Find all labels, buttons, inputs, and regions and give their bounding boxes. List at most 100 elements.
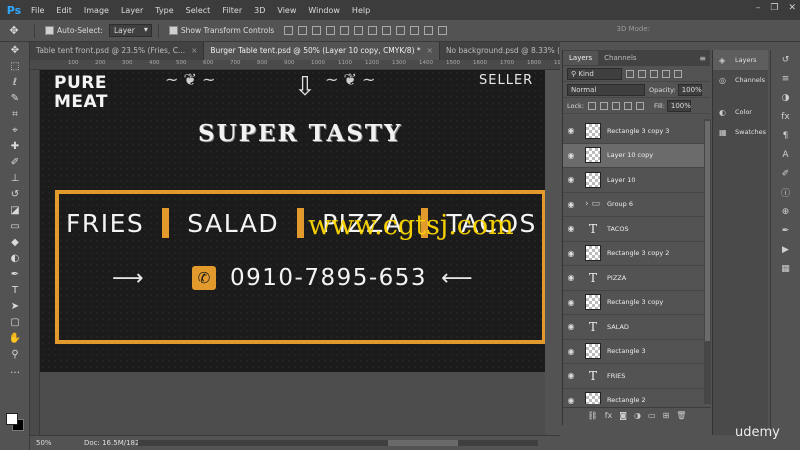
layer-row[interactable]: ◉ T TACOS bbox=[563, 217, 711, 242]
filter-shape-icon[interactable] bbox=[662, 69, 670, 78]
adjustment-icon[interactable]: ◑ bbox=[634, 411, 641, 420]
filter-type-icon[interactable] bbox=[650, 69, 658, 78]
dock-item-color[interactable]: ◐ Color bbox=[713, 102, 768, 122]
document-canvas[interactable]: PURE MEAT ~ ❦ ~ ⇩ ~ ❦ ~ SELLER SUPER TAS… bbox=[40, 70, 545, 372]
foreground-color-swatch[interactable] bbox=[6, 413, 18, 425]
visibility-eye-icon[interactable]: ◉ bbox=[563, 322, 579, 331]
healing-tool-icon[interactable]: ✚ bbox=[0, 138, 30, 154]
type-tool-icon[interactable]: T bbox=[0, 282, 30, 298]
eyedropper-tool-icon[interactable]: ⌖ bbox=[0, 122, 30, 138]
menu-3d[interactable]: 3D bbox=[248, 6, 271, 15]
align-top-icon[interactable] bbox=[284, 26, 294, 35]
move-tool-icon[interactable]: ✥ bbox=[0, 42, 30, 58]
auto-select-dropdown[interactable]: Layer bbox=[108, 24, 152, 37]
distribute-middle-icon[interactable] bbox=[382, 26, 392, 35]
layer-row[interactable]: ◉ T PIZZA bbox=[563, 266, 711, 291]
menu-filter[interactable]: Filter bbox=[216, 6, 248, 15]
filter-adjustment-icon[interactable] bbox=[638, 69, 646, 78]
layers-scrollbar[interactable] bbox=[704, 119, 711, 404]
distribute-center-icon[interactable] bbox=[424, 26, 434, 35]
shape-tool-icon[interactable]: ▢ bbox=[0, 314, 30, 330]
trash-icon[interactable]: 🗑 bbox=[676, 411, 686, 420]
tab-channels[interactable]: Channels bbox=[598, 51, 642, 65]
character-icon[interactable]: A bbox=[771, 145, 800, 164]
layer-row[interactable]: ◉ T FRIES bbox=[563, 364, 711, 389]
layer-row[interactable]: ◉ Layer 10 bbox=[563, 168, 711, 193]
distribute-bottom-icon[interactable] bbox=[396, 26, 406, 35]
layer-row[interactable]: ◉ › ▭ Group 6 bbox=[563, 193, 711, 217]
visibility-eye-icon[interactable]: ◉ bbox=[563, 273, 579, 282]
more-tools-icon[interactable]: … bbox=[0, 362, 30, 378]
lock-all-icon[interactable] bbox=[636, 101, 645, 110]
marquee-tool-icon[interactable]: ⬚ bbox=[0, 58, 30, 74]
styles-icon[interactable]: fx bbox=[771, 107, 800, 126]
scrollbar-thumb[interactable] bbox=[705, 121, 710, 341]
zoom-tool-icon[interactable]: ⚲ bbox=[0, 346, 30, 362]
dock-item-layers[interactable]: ◈ Layers bbox=[713, 50, 768, 70]
lock-image-icon[interactable] bbox=[600, 101, 609, 110]
scrollbar-thumb[interactable] bbox=[388, 440, 458, 446]
zoom-level[interactable]: 50% bbox=[30, 439, 84, 447]
visibility-eye-icon[interactable]: ◉ bbox=[563, 224, 579, 233]
maximize-button[interactable]: ❐ bbox=[770, 3, 778, 13]
visibility-eye-icon[interactable]: ◉ bbox=[563, 249, 579, 258]
filter-smart-icon[interactable] bbox=[674, 69, 682, 78]
brush-settings-icon[interactable]: ✐ bbox=[771, 164, 800, 183]
menu-window[interactable]: Window bbox=[302, 6, 346, 15]
fx-icon[interactable]: fx bbox=[605, 411, 613, 420]
layer-row[interactable]: ◉ Rectangle 3 copy 3 bbox=[563, 119, 711, 144]
fill-input[interactable]: 100% bbox=[666, 99, 691, 112]
menu-layer[interactable]: Layer bbox=[115, 6, 149, 15]
actions-icon[interactable]: ▶ bbox=[771, 240, 800, 259]
horizontal-scrollbar[interactable] bbox=[138, 440, 538, 446]
gradient-tool-icon[interactable]: ▭ bbox=[0, 218, 30, 234]
lock-position-icon[interactable] bbox=[612, 101, 621, 110]
info-icon[interactable]: ⓘ bbox=[771, 183, 800, 202]
blur-tool-icon[interactable]: ◆ bbox=[0, 234, 30, 250]
align-middle-icon[interactable] bbox=[298, 26, 308, 35]
distribute-top-icon[interactable] bbox=[368, 26, 378, 35]
hand-tool-icon[interactable]: ✋ bbox=[0, 330, 30, 346]
visibility-eye-icon[interactable]: ◉ bbox=[563, 371, 579, 380]
opacity-input[interactable]: 100% bbox=[677, 83, 702, 96]
lasso-tool-icon[interactable]: ℓ bbox=[0, 74, 30, 90]
visibility-eye-icon[interactable]: ◉ bbox=[563, 200, 579, 209]
dodge-tool-icon[interactable]: ◐ bbox=[0, 250, 30, 266]
close-tab-icon[interactable]: × bbox=[427, 46, 433, 55]
transform-controls-checkbox[interactable] bbox=[168, 26, 178, 35]
minimize-button[interactable]: – bbox=[756, 3, 761, 13]
document-tab[interactable]: Table tent front.psd @ 23.5% (Fries, C..… bbox=[30, 42, 205, 60]
history-icon[interactable]: ↺ bbox=[771, 50, 800, 69]
dock-item-channels[interactable]: ◎ Channels bbox=[713, 70, 768, 90]
visibility-eye-icon[interactable]: ◉ bbox=[563, 175, 579, 184]
dock-item-swatches[interactable]: ▦ Swatches bbox=[713, 122, 768, 142]
close-button[interactable]: ✕ bbox=[788, 3, 796, 13]
menu-help[interactable]: Help bbox=[346, 6, 376, 15]
menu-edit[interactable]: Edit bbox=[50, 6, 78, 15]
lock-artboard-icon[interactable] bbox=[624, 101, 633, 110]
lock-transparent-icon[interactable] bbox=[588, 101, 597, 110]
layer-row[interactable]: ◉ Rectangle 2 bbox=[563, 389, 711, 404]
link-icon[interactable]: ⛓ bbox=[588, 411, 598, 420]
layer-row[interactable]: ◉ Rectangle 3 bbox=[563, 340, 711, 364]
eraser-tool-icon[interactable]: ◪ bbox=[0, 202, 30, 218]
pen-tool-icon[interactable]: ✒ bbox=[0, 266, 30, 282]
crop-tool-icon[interactable]: ⌗ bbox=[0, 106, 30, 122]
distribute-right-icon[interactable] bbox=[438, 26, 448, 35]
align-center-icon[interactable] bbox=[340, 26, 350, 35]
blend-mode-dropdown[interactable]: Normal bbox=[567, 83, 645, 96]
paths-icon[interactable]: ✒ bbox=[771, 221, 800, 240]
quick-select-tool-icon[interactable]: ✎ bbox=[0, 90, 30, 106]
layer-row[interactable]: ◉ T SALAD bbox=[563, 315, 711, 340]
swatches-strip-icon[interactable]: ▦ bbox=[771, 259, 800, 278]
align-bottom-icon[interactable] bbox=[312, 26, 322, 35]
distribute-left-icon[interactable] bbox=[410, 26, 420, 35]
document-tab[interactable]: No background.psd @ 8.33% (Layer 8...× bbox=[439, 42, 560, 60]
menu-image[interactable]: Image bbox=[78, 6, 115, 15]
properties-icon[interactable]: ≡ bbox=[771, 69, 800, 88]
visibility-eye-icon[interactable]: ◉ bbox=[563, 298, 579, 307]
mask-icon[interactable]: ◙ bbox=[619, 411, 627, 420]
auto-select-checkbox[interactable] bbox=[45, 26, 54, 35]
panel-menu-icon[interactable]: ≡ bbox=[699, 54, 706, 63]
layer-row[interactable]: ◉ Layer 10 copy bbox=[563, 143, 711, 168]
